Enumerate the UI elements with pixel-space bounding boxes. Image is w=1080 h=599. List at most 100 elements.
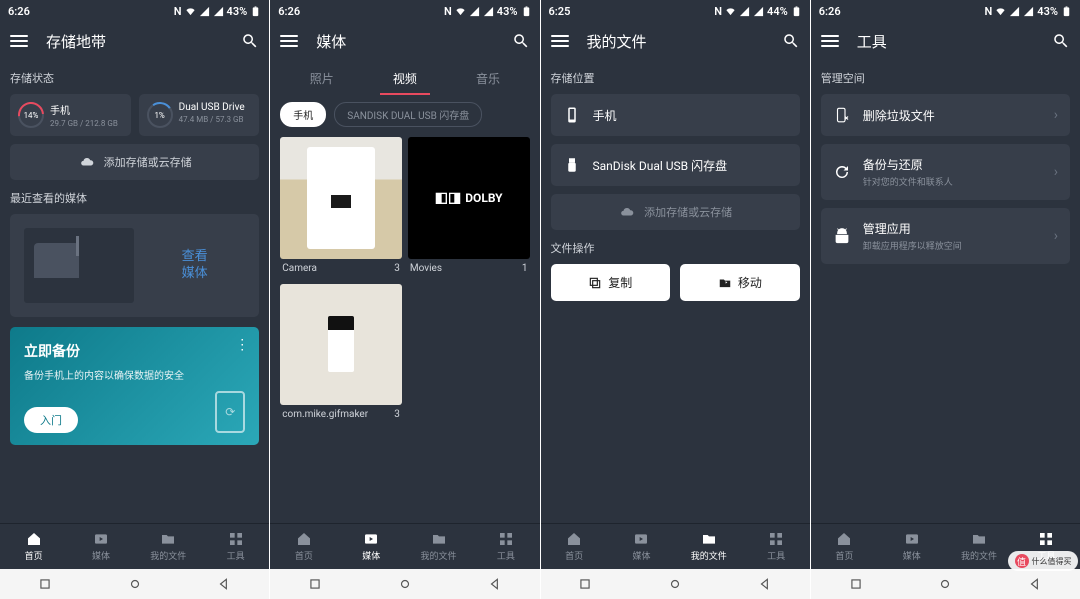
chip-usb[interactable]: SANDISK DUAL USB 闪存盘 [334, 102, 482, 127]
media-icon [904, 531, 920, 547]
clock: 6:26 [819, 5, 841, 18]
home-key[interactable] [938, 577, 952, 591]
signal-icon [199, 6, 210, 17]
watermark: 什么值得买 [1008, 551, 1078, 571]
location-usb[interactable]: SanDisk Dual USB 闪存盘 [551, 144, 800, 186]
back-key[interactable] [488, 577, 502, 591]
nav-tools[interactable]: 工具 [202, 524, 269, 569]
backup-start-button[interactable]: 入门 [24, 407, 78, 433]
nav-home[interactable]: 首页 [541, 524, 608, 569]
back-key[interactable] [217, 577, 231, 591]
tab-photos[interactable]: 照片 [280, 62, 363, 95]
app-header: 媒体 [270, 22, 539, 60]
chip-phone[interactable]: 手机 [280, 102, 326, 127]
storage-card-usb[interactable]: 1% Dual USB Drive 47.4 MB / 57.3 GB [139, 94, 260, 136]
wifi-icon [725, 6, 736, 17]
nav-files[interactable]: 我的文件 [405, 524, 472, 569]
media-icon [363, 531, 379, 547]
files-icon [160, 531, 176, 547]
battery-pct: 43% [1037, 5, 1058, 18]
wifi-icon [995, 6, 1006, 17]
tool-delete-junk[interactable]: 删除垃圾文件 › [821, 94, 1070, 136]
recent-apps[interactable] [849, 577, 863, 591]
location-phone[interactable]: 手机 [551, 94, 800, 136]
tool-manage-apps[interactable]: 管理应用卸载应用程序以释放空间 › [821, 208, 1070, 264]
back-key[interactable] [1028, 577, 1042, 591]
usage-ring: 1% [147, 102, 173, 128]
search-button[interactable] [782, 32, 800, 50]
tool-backup-restore[interactable]: 备份与还原针对您的文件和联系人 › [821, 144, 1070, 200]
app-header: 存储地带 [0, 22, 269, 60]
phone-sync-icon: ⟳ [215, 391, 245, 433]
phone-icon [563, 106, 581, 124]
battery-icon [250, 6, 261, 17]
storage-card-phone[interactable]: 14% 手机 29.7 GB / 212.8 GB [10, 94, 131, 136]
video-folder[interactable]: DOLBY Movies1 [408, 137, 530, 278]
chevron-right-icon: › [1054, 164, 1058, 180]
home-key[interactable] [398, 577, 412, 591]
bottom-nav: 首页媒体我的文件工具 [270, 523, 539, 569]
nav-home[interactable]: 首页 [270, 524, 337, 569]
tab-music[interactable]: 音乐 [446, 62, 529, 95]
recent-apps[interactable] [308, 577, 322, 591]
nav-media[interactable]: 媒体 [878, 524, 945, 569]
tools-icon [1038, 531, 1054, 547]
android-softkeys [541, 569, 810, 599]
clock: 6:25 [549, 5, 571, 18]
storage-size: 29.7 GB / 212.8 GB [50, 119, 118, 128]
android-softkeys [0, 569, 269, 599]
nav-tools[interactable]: 工具 [472, 524, 539, 569]
menu-button[interactable] [821, 35, 839, 47]
recent-apps[interactable] [38, 577, 52, 591]
nav-files[interactable]: 我的文件 [135, 524, 202, 569]
nav-media[interactable]: 媒体 [608, 524, 675, 569]
move-button[interactable]: 移动 [680, 264, 800, 301]
nav-files[interactable]: 我的文件 [945, 524, 1012, 569]
recent-apps[interactable] [578, 577, 592, 591]
bottom-nav: 首页媒体我的文件工具 [541, 523, 810, 569]
tools-icon [768, 531, 784, 547]
page-title: 媒体 [316, 31, 511, 52]
copy-button[interactable]: 复制 [551, 264, 671, 301]
video-folder[interactable]: Camera3 [280, 137, 402, 278]
nav-tools[interactable]: 工具 [742, 524, 809, 569]
add-storage-button[interactable]: 添加存储或云存储 [10, 144, 259, 180]
storage-name: 手机 [50, 102, 118, 117]
back-key[interactable] [758, 577, 772, 591]
section-title: 存储位置 [551, 70, 800, 86]
clock: 6:26 [278, 5, 300, 18]
signal-icon [739, 6, 750, 17]
media-tabs: 照片 视频 音乐 [280, 60, 529, 96]
android-icon [833, 227, 851, 245]
cloud-icon [78, 155, 96, 169]
files-icon [701, 531, 717, 547]
view-media-link[interactable]: 查看 媒体 [144, 249, 245, 283]
home-key[interactable] [668, 577, 682, 591]
menu-button[interactable] [280, 35, 298, 47]
usb-icon [563, 156, 581, 174]
video-folder[interactable]: com.mike.gifmaker3 [280, 284, 402, 425]
screen-myfiles: 6:25 N 44% 我的文件 存储位置 手机 SanDisk Dual USB… [541, 0, 810, 599]
home-icon [566, 531, 582, 547]
more-options[interactable]: ⋮ [235, 337, 249, 353]
content-area: 存储位置 手机 SanDisk Dual USB 闪存盘 添加存储或云存储 文件… [541, 60, 810, 523]
home-icon [836, 531, 852, 547]
storage-cards: 14% 手机 29.7 GB / 212.8 GB 1% Dual USB Dr… [10, 94, 259, 136]
nav-media[interactable]: 媒体 [338, 524, 405, 569]
add-storage-button[interactable]: 添加存储或云存储 [551, 194, 800, 230]
menu-button[interactable] [10, 35, 28, 47]
source-chips: 手机 SANDISK DUAL USB 闪存盘 [280, 96, 529, 133]
usage-ring: 14% [18, 102, 44, 128]
search-button[interactable] [512, 32, 530, 50]
wifi-icon [455, 6, 466, 17]
menu-button[interactable] [551, 35, 569, 47]
tab-videos[interactable]: 视频 [363, 62, 446, 95]
nav-home[interactable]: 首页 [811, 524, 878, 569]
nav-home[interactable]: 首页 [0, 524, 67, 569]
nav-files[interactable]: 我的文件 [675, 524, 742, 569]
home-key[interactable] [128, 577, 142, 591]
search-button[interactable] [241, 32, 259, 50]
backup-title: 立即备份 [24, 341, 245, 361]
nav-media[interactable]: 媒体 [67, 524, 134, 569]
search-button[interactable] [1052, 32, 1070, 50]
